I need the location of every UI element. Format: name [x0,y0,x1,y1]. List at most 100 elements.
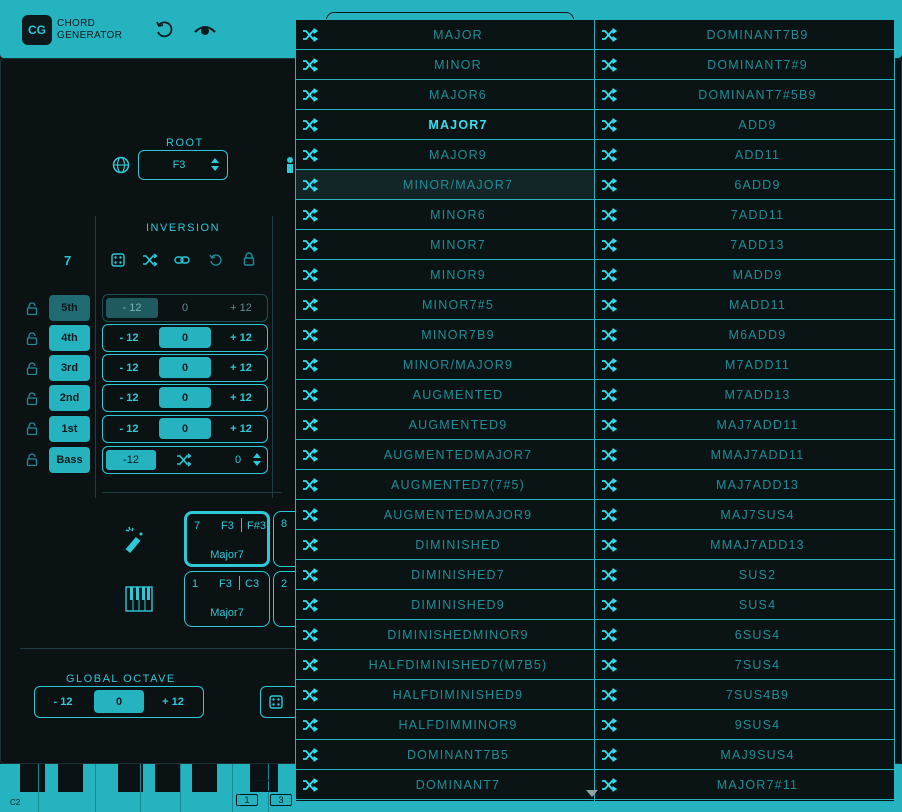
undo-icon[interactable] [154,19,176,41]
shuffle-icon[interactable] [302,508,318,522]
chord-type-option[interactable]: MINOR9 [296,260,594,290]
shuffle-icon[interactable] [601,388,617,402]
chord-type-option[interactable]: MINOR6 [296,200,594,230]
zero-button[interactable]: 0 [159,327,211,348]
shuffle-icon[interactable] [601,148,617,162]
shuffle-icon[interactable] [302,418,318,432]
minus-12-button[interactable]: - 12 [103,325,155,351]
shuffle-icon[interactable] [601,448,617,462]
shuffle-icon[interactable] [601,118,617,132]
chord-card[interactable]: 7 F3 F#3 Major7 [184,511,270,567]
chord-type-option[interactable]: MAJ7ADD11 [595,410,894,440]
chord-type-option[interactable]: HALFDIMMINOR9 [296,710,594,740]
chord-type-option[interactable]: HALFDIMINISHED7(M7B5) [296,650,594,680]
degree-3rd-button[interactable]: 3rd [49,355,90,381]
plus-12-button[interactable]: + 12 [215,325,267,351]
plus-12-button[interactable]: + 12 [215,385,267,411]
chord-type-option[interactable]: MINOR/MAJOR7 [296,170,594,200]
lock-icon[interactable] [26,302,38,315]
shuffle-icon[interactable] [142,253,158,267]
chord-type-option[interactable]: 6SUS4 [595,620,894,650]
chord-type-option[interactable]: DOMINANT7#5B9 [595,80,894,110]
shuffle-icon[interactable] [601,538,617,552]
chord-type-option[interactable]: MAJOR7#11 [595,770,894,800]
zero-button[interactable]: 0 [159,387,211,408]
lock-icon[interactable] [26,453,38,466]
eye-icon[interactable] [193,19,217,41]
piano-icon[interactable] [125,586,153,612]
bass-spinner[interactable] [253,453,261,469]
black-key[interactable] [20,764,45,792]
chord-type-option[interactable]: ADD9 [595,110,894,140]
shuffle-icon[interactable] [302,778,318,792]
chord-type-option[interactable]: 9SUS4 [595,710,894,740]
shuffle-icon[interactable] [601,628,617,642]
chord-type-option[interactable]: AUGMENTED [296,380,594,410]
chord-type-option[interactable]: DIMINISHED9 [296,590,594,620]
shuffle-icon[interactable] [302,178,318,192]
root-select[interactable]: F3 [138,150,228,180]
zero-button[interactable]: 0 [159,297,211,318]
octave-plus-button[interactable]: + 12 [143,687,203,717]
person-icon[interactable] [285,156,295,174]
shuffle-icon[interactable] [601,28,617,42]
chord-type-option[interactable]: DIMINISHEDMINOR9 [296,620,594,650]
chord-type-option[interactable]: MINOR7B9 [296,320,594,350]
shuffle-icon[interactable] [302,628,318,642]
shuffle-icon[interactable] [601,718,617,732]
shuffle-icon[interactable] [302,658,318,672]
shuffle-icon[interactable] [601,358,617,372]
shuffle-icon[interactable] [302,148,318,162]
lock-icon[interactable] [243,252,255,266]
bass-value[interactable]: -12 [106,450,156,470]
chord-type-option[interactable]: DOMINANT7 [296,770,594,800]
minus-12-button[interactable]: - 12 [103,355,155,381]
chord-type-option[interactable]: MAJOR [296,20,594,50]
black-key[interactable] [155,764,180,792]
minus-12-button[interactable]: - 12 [103,385,155,411]
chord-type-option[interactable]: MINOR/MAJOR9 [296,350,594,380]
shuffle-icon[interactable] [601,208,617,222]
shuffle-icon[interactable] [302,268,318,282]
chord-type-option[interactable]: DOMINANT7B5 [296,740,594,770]
chord-type-option[interactable]: MAJOR6 [296,80,594,110]
chord-type-option[interactable]: M6ADD9 [595,320,894,350]
chord-type-option[interactable]: DIMINISHED7 [296,560,594,590]
lock-icon[interactable] [26,332,38,345]
black-key[interactable] [192,764,217,792]
chord-type-option[interactable]: ADD11 [595,140,894,170]
plus-12-button[interactable]: + 12 [215,416,267,442]
shuffle-icon[interactable] [601,418,617,432]
chord-type-dropdown[interactable]: MAJOR MINOR MAJOR6 MAJOR7 MAJOR9 MINOR/MAJOR7… [295,19,895,802]
shuffle-icon[interactable] [601,598,617,612]
reset-icon[interactable] [209,253,223,267]
chord-type-option[interactable]: SUS2 [595,560,894,590]
shuffle-icon[interactable] [302,208,318,222]
root-spinner[interactable] [211,158,219,174]
shuffle-icon[interactable] [601,88,617,102]
minus-12-button[interactable]: - 12 [106,298,158,318]
shuffle-icon[interactable] [176,453,192,467]
shuffle-icon[interactable] [601,238,617,252]
chord-type-option[interactable]: HALFDIMINISHED9 [296,680,594,710]
dice-icon[interactable] [111,253,125,267]
shuffle-icon[interactable] [302,448,318,462]
octave-zero-button[interactable]: 0 [94,690,144,713]
shuffle-icon[interactable] [601,328,617,342]
dice-button[interactable] [260,686,300,718]
shuffle-icon[interactable] [601,478,617,492]
chord-type-option[interactable]: AUGMENTEDMAJOR7 [296,440,594,470]
lock-icon[interactable] [26,422,38,435]
chord-type-option[interactable]: MAJ9SUS4 [595,740,894,770]
shuffle-icon[interactable] [302,718,318,732]
chord-type-option[interactable]: M7ADD13 [595,380,894,410]
chord-type-option[interactable]: 7SUS4 [595,650,894,680]
shuffle-icon[interactable] [302,88,318,102]
chord-type-option[interactable]: 7SUS4B9 [595,680,894,710]
chord-type-option[interactable]: MINOR7#5 [296,290,594,320]
minus-12-button[interactable]: - 12 [103,416,155,442]
degree-4th-button[interactable]: 4th [49,325,90,351]
shuffle-icon[interactable] [601,748,617,762]
shuffle-icon[interactable] [302,238,318,252]
shuffle-icon[interactable] [302,568,318,582]
